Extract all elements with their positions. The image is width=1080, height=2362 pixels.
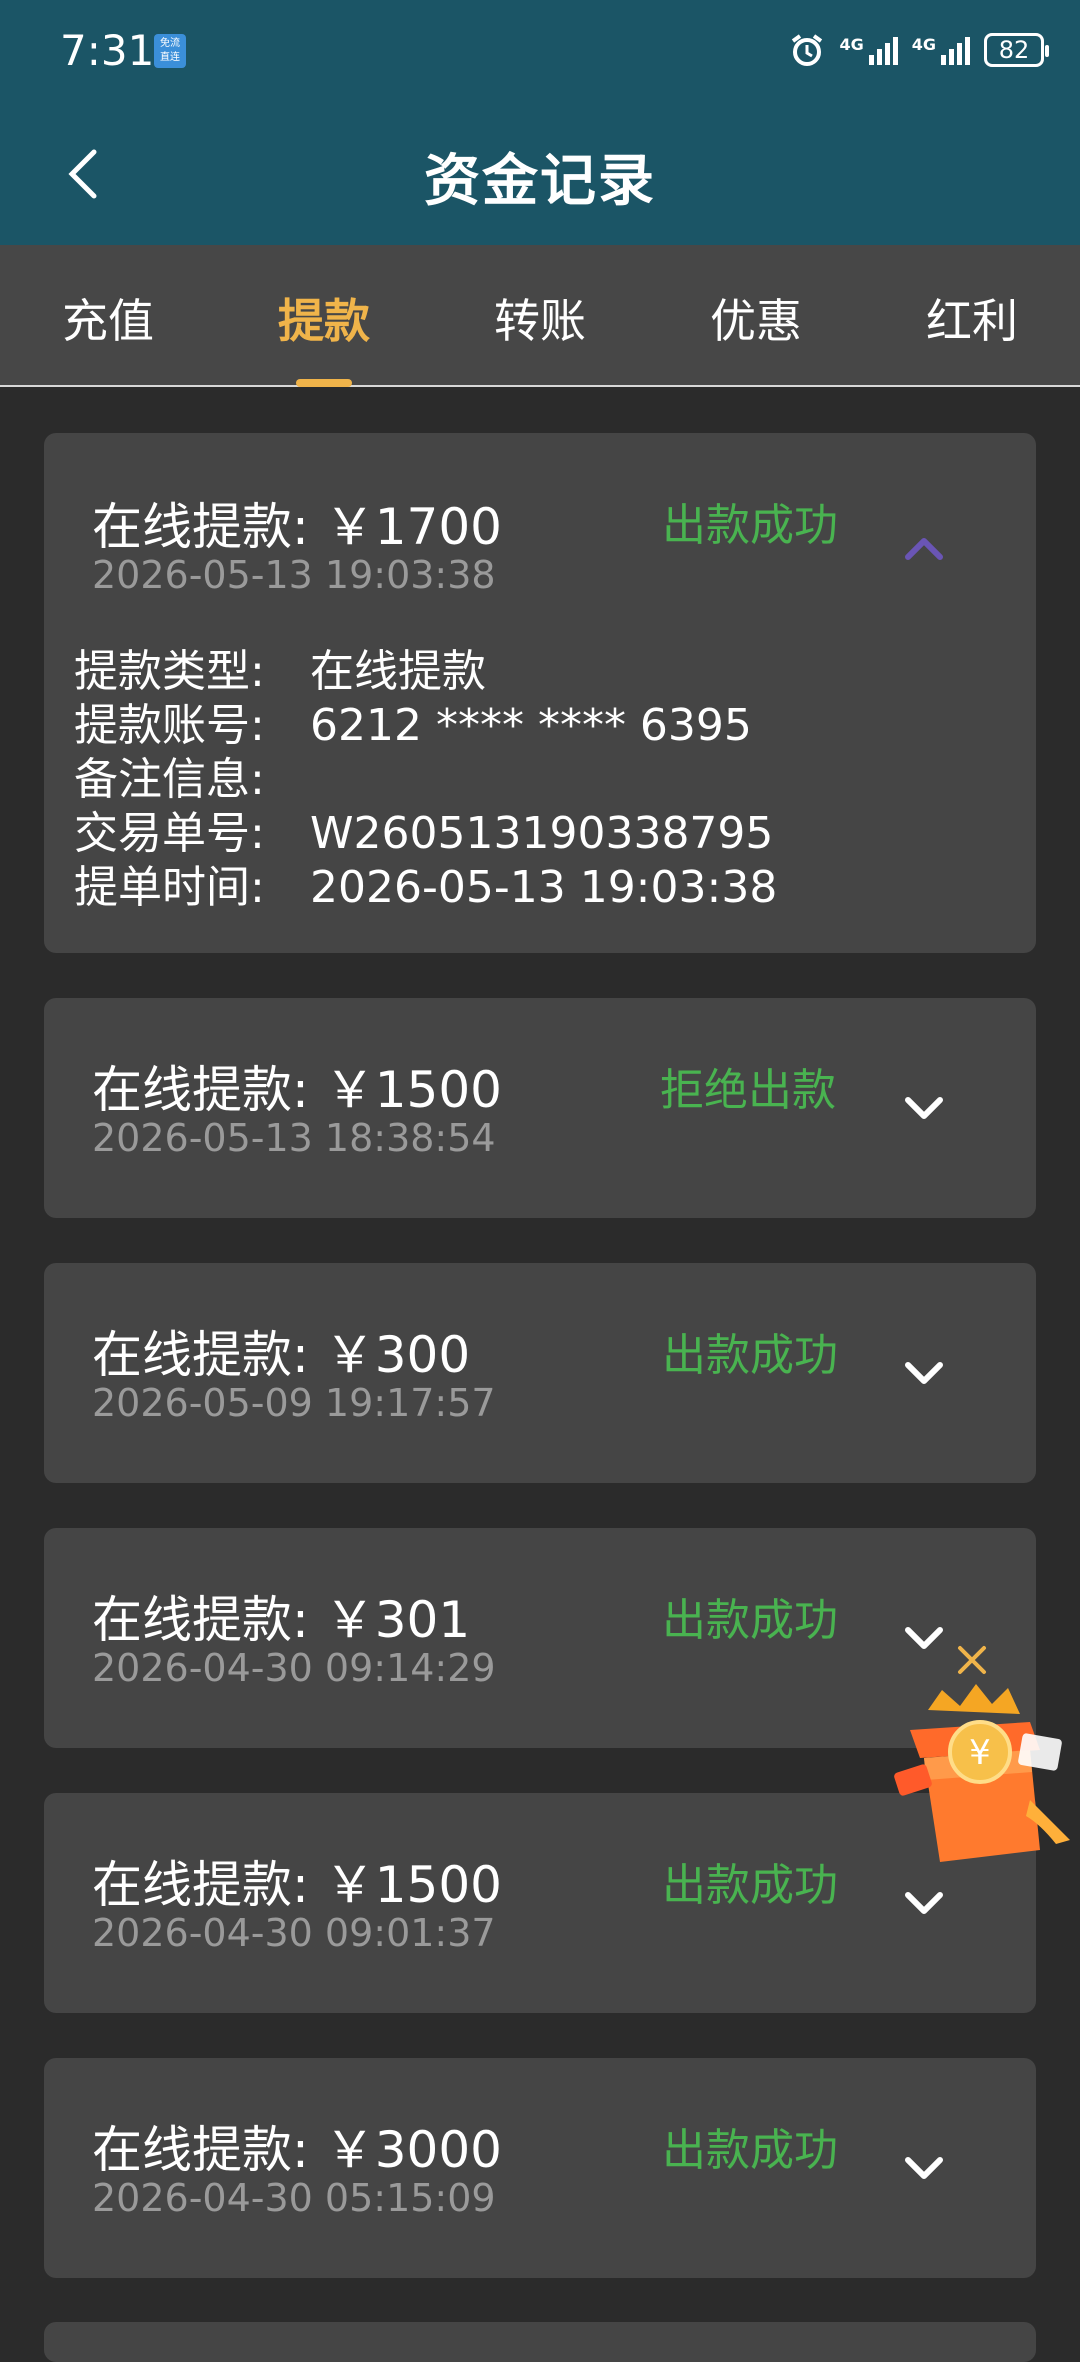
chevron-down-icon[interactable]	[902, 1359, 946, 1389]
record-status: 出款成功	[662, 2125, 838, 2176]
close-icon[interactable]	[958, 1646, 986, 1674]
chevron-down-icon[interactable]	[902, 2154, 946, 2184]
page-title: 资金记录	[424, 149, 656, 214]
withdraw-record-card[interactable]: 在线提款: ￥1700 2026-05-13 19:03:38 出款成功 提款类…	[44, 433, 1036, 953]
network-type-label: 4G	[911, 35, 936, 54]
record-title: 在线提款: ￥1500	[92, 1061, 502, 1119]
data-saver-badge: 免流 直连	[154, 34, 186, 68]
alarm-icon	[789, 32, 825, 68]
network-type-label: 4G	[839, 35, 864, 54]
status-bar: 7:31 免流 直连 4G 4G 82	[0, 0, 1080, 100]
detail-row: 交易单号: W260513190338795	[74, 807, 777, 861]
detail-label: 提款账号:	[74, 700, 265, 751]
app-bar: 资金记录	[0, 100, 1080, 245]
record-title: 在线提款: ￥300	[92, 1326, 471, 1384]
detail-value: 2026-05-13 19:03:38	[310, 862, 778, 913]
record-status: 出款成功	[662, 500, 838, 551]
detail-label: 提款类型:	[74, 646, 265, 697]
record-status: 拒绝出款	[660, 1065, 836, 1116]
status-icons: 4G 4G 82	[789, 28, 1049, 72]
record-date: 2026-04-30 09:01:37	[92, 1911, 496, 1955]
detail-label: 交易单号:	[74, 808, 265, 859]
withdraw-record-card[interactable]: 在线提款: ￥3000 2026-04-30 05:15:09 出款成功	[44, 2058, 1036, 2278]
svg-text:¥: ¥	[969, 1733, 991, 1773]
detail-row: 提单时间: 2026-05-13 19:03:38	[74, 861, 777, 915]
detail-value: W260513190338795	[310, 808, 774, 859]
promo-float[interactable]: ¥	[880, 1640, 1080, 1870]
record-status: 出款成功	[662, 1330, 838, 1381]
withdraw-record-card[interactable]: 在线提款: ￥1500 2026-05-13 18:38:54 拒绝出款	[44, 998, 1036, 1218]
record-title: 在线提款: ￥3000	[92, 2121, 502, 2179]
record-details: 提款类型: 在线提款 提款账号: 6212 **** **** 6395 备注信息:…	[74, 645, 777, 915]
detail-value: 在线提款	[310, 646, 486, 697]
signal-icon: 4G	[912, 35, 970, 65]
detail-row: 备注信息:	[74, 753, 777, 807]
record-title: 在线提款: ￥1700	[92, 498, 502, 556]
record-status: 出款成功	[662, 1860, 838, 1911]
withdraw-record-card[interactable]	[44, 2322, 1036, 2362]
tab-bonus[interactable]: 红利	[872, 285, 1072, 351]
chevron-down-icon[interactable]	[902, 1094, 946, 1124]
detail-row: 提款类型: 在线提款	[74, 645, 777, 699]
gift-box-icon[interactable]: ¥	[893, 1684, 1070, 1862]
detail-row: 提款账号: 6212 **** **** 6395	[74, 699, 777, 753]
battery-icon: 82	[984, 33, 1049, 67]
tab-transfer[interactable]: 转账	[440, 285, 640, 351]
record-date: 2026-05-09 19:17:57	[92, 1381, 496, 1425]
chevron-up-icon[interactable]	[902, 533, 946, 563]
withdraw-record-card[interactable]: 在线提款: ￥300 2026-05-09 19:17:57 出款成功	[44, 1263, 1036, 1483]
tab-withdraw[interactable]: 提款	[224, 285, 424, 351]
record-date: 2026-05-13 19:03:38	[92, 553, 496, 597]
tab-promotion[interactable]: 优惠	[656, 285, 856, 351]
record-title: 在线提款: ￥1500	[92, 1856, 502, 1914]
status-time: 7:31	[60, 26, 155, 75]
detail-label: 备注信息:	[74, 754, 265, 805]
detail-label: 提单时间:	[74, 862, 265, 913]
record-date: 2026-04-30 05:15:09	[92, 2176, 496, 2220]
signal-icon: 4G	[839, 35, 898, 65]
record-date: 2026-04-30 09:14:29	[92, 1646, 496, 1690]
chevron-down-icon[interactable]	[902, 1889, 946, 1919]
record-title: 在线提款: ￥301	[92, 1591, 471, 1649]
record-date: 2026-05-13 18:38:54	[92, 1116, 496, 1160]
detail-value: 6212 **** **** 6395	[310, 700, 752, 751]
record-status: 出款成功	[662, 1595, 838, 1646]
tab-deposit[interactable]: 充值	[8, 285, 208, 351]
active-tab-indicator	[296, 379, 352, 387]
tab-bar: 充值 提款 转账 优惠 红利	[0, 245, 1080, 387]
